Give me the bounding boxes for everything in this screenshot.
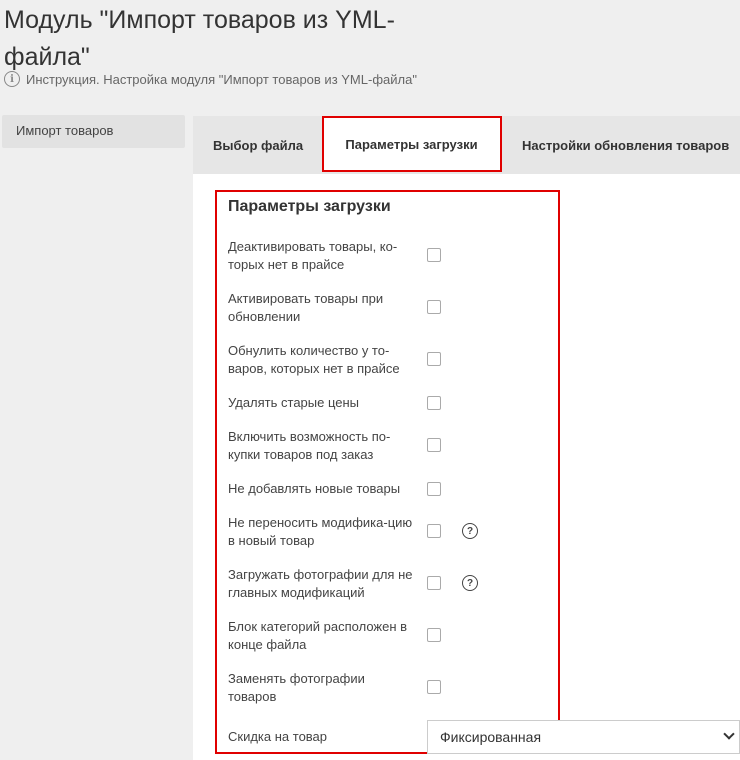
instruction-text: Инструкция. Настройка модуля "Импорт тов…: [26, 71, 417, 87]
option-row: Обнулить количество у то-варов, которых …: [228, 342, 428, 378]
checkbox-no-move-mod[interactable]: [427, 524, 441, 538]
help-icon[interactable]: ?: [462, 523, 478, 539]
option-row: Не переносить модифика-цию в новый товар: [228, 514, 428, 550]
tabs-bar: Выбор файла Параметры загрузки Настройки…: [193, 116, 740, 174]
info-icon: i: [4, 71, 20, 87]
option-label: Деактивировать товары, ко-торых нет в пр…: [228, 239, 398, 272]
option-row: Блок категорий расположен в конце файла: [228, 618, 428, 654]
tab-file-select[interactable]: Выбор файла: [213, 116, 303, 174]
option-label: Активировать товары при обновлении: [228, 291, 384, 324]
option-label: Блок категорий расположен в конце файла: [228, 619, 408, 652]
option-label: Включить возможность по-купки товаров по…: [228, 429, 391, 462]
page-title: Модуль "Импорт товаров из YML-файла": [4, 6, 395, 71]
tab-update-settings[interactable]: Настройки обновления товаров: [522, 116, 729, 174]
checkbox-activate[interactable]: [427, 300, 441, 314]
option-row: Не добавлять новые товары: [228, 480, 428, 498]
discount-label: Скидка на товар: [228, 729, 328, 744]
option-row: Включить возможность по-купки товаров по…: [228, 428, 428, 464]
section-title: Параметры загрузки: [228, 198, 391, 215]
instruction-link[interactable]: i Инструкция. Настройка модуля "Импорт т…: [4, 71, 417, 87]
option-row: Деактивировать товары, ко-торых нет в пр…: [228, 238, 428, 274]
help-icon[interactable]: ?: [462, 575, 478, 591]
option-label: Обнулить количество у то-варов, которых …: [228, 343, 400, 376]
discount-select[interactable]: Фиксированная: [427, 720, 740, 754]
checkbox-preorder[interactable]: [427, 438, 441, 452]
option-label: Не добавлять новые товары: [228, 481, 401, 496]
checkbox-deactivate[interactable]: [427, 248, 441, 262]
option-label: Не переносить модифика-цию в новый товар: [228, 515, 413, 548]
option-row: Заменять фотографии товаров: [228, 670, 428, 706]
checkbox-zero-qty[interactable]: [427, 352, 441, 366]
tab-load-params[interactable]: Параметры загрузки: [323, 118, 500, 171]
option-row: Активировать товары при обновлении: [228, 290, 428, 326]
sidebar-item-import[interactable]: Импорт товаров: [2, 115, 185, 146]
side-nav: Импорт товаров: [2, 115, 185, 148]
option-label: Удалять старые цены: [228, 395, 360, 410]
checkbox-no-new[interactable]: [427, 482, 441, 496]
checkbox-replace-photos[interactable]: [427, 680, 441, 694]
option-label: Загружать фотографии для не главных моди…: [228, 567, 413, 600]
checkbox-load-photos[interactable]: [427, 576, 441, 590]
checkbox-delete-prices[interactable]: [427, 396, 441, 410]
checkbox-category-end[interactable]: [427, 628, 441, 642]
option-row: Удалять старые цены: [228, 394, 428, 412]
option-label: Заменять фотографии товаров: [228, 671, 365, 704]
discount-selected-value: Фиксированная: [440, 729, 542, 745]
option-row: Загружать фотографии для не главных моди…: [228, 566, 428, 602]
chevron-down-icon: [723, 728, 735, 740]
